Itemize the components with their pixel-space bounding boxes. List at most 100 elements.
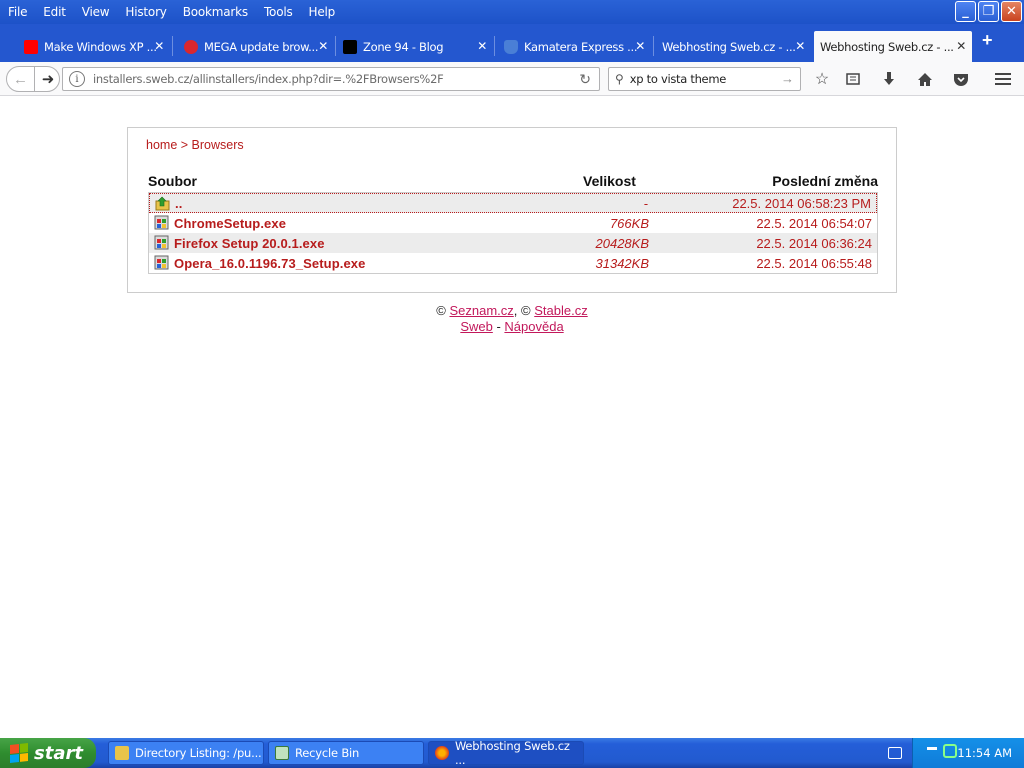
- reading-list-icon[interactable]: [843, 69, 863, 89]
- up-folder-icon: [155, 196, 170, 211]
- sweb-link[interactable]: Sweb: [460, 319, 493, 334]
- maximize-button[interactable]: ❐: [978, 1, 999, 22]
- recycle-bin-icon: [275, 746, 289, 760]
- taskbar-item-recycle-bin[interactable]: Recycle Bin: [268, 741, 424, 765]
- bookmark-star-icon[interactable]: ☆: [812, 69, 832, 89]
- pocket-icon[interactable]: [951, 69, 971, 89]
- menu-history[interactable]: History: [117, 5, 174, 19]
- tab-close-icon[interactable]: ✕: [635, 39, 645, 53]
- menu-view[interactable]: View: [74, 5, 118, 19]
- minimize-button[interactable]: _: [955, 1, 976, 22]
- file-size: 766KB: [609, 215, 649, 231]
- tab-close-icon[interactable]: ✕: [318, 39, 328, 53]
- start-button[interactable]: start: [0, 738, 96, 768]
- tab-zone94[interactable]: Zone 94 - Blog ✕: [337, 31, 493, 62]
- windows-flag-icon: [10, 743, 28, 763]
- seznam-link[interactable]: Seznam.cz: [449, 303, 513, 318]
- tab-separator: [172, 36, 173, 56]
- tab-separator: [653, 36, 654, 56]
- tab-webhosting-active[interactable]: Webhosting Sweb.cz - ... ✕: [814, 31, 972, 62]
- system-tray: 11:54 AM: [912, 738, 1024, 768]
- taskbar-item-firefox[interactable]: Webhosting Sweb.cz ...: [428, 739, 584, 767]
- tab-title: Zone 94 - Blog: [363, 39, 444, 54]
- taskbar-item-directory-listing[interactable]: Directory Listing: /pu...: [108, 741, 264, 765]
- info-icon[interactable]: i: [69, 71, 85, 87]
- home-icon[interactable]: [915, 69, 935, 89]
- mega-icon: [184, 39, 198, 54]
- clock[interactable]: 11:54 AM: [957, 746, 1012, 760]
- close-button[interactable]: ✕: [1001, 1, 1022, 22]
- menu-bookmarks[interactable]: Bookmarks: [175, 5, 256, 19]
- taskbar: start Directory Listing: /pu... Recycle …: [0, 738, 1024, 768]
- file-date: 22.5. 2014 06:58:23 PM: [732, 195, 871, 211]
- tab-separator: [335, 36, 336, 56]
- search-bar[interactable]: ⚲ xp to vista theme →: [608, 67, 801, 91]
- file-name[interactable]: ..: [175, 196, 182, 211]
- task-title: Directory Listing: /pu...: [135, 746, 262, 760]
- tab-close-icon[interactable]: ✕: [477, 39, 487, 53]
- firefox-icon: [435, 746, 449, 760]
- new-tab-button[interactable]: +: [982, 30, 993, 51]
- security-shield-icon[interactable]: [943, 744, 957, 758]
- column-header-name[interactable]: Soubor: [148, 173, 197, 189]
- tab-webhosting-1[interactable]: Webhosting Sweb.cz - ... ✕: [656, 31, 811, 62]
- file-date: 22.5. 2014 06:54:07: [756, 215, 872, 231]
- tab-separator: [494, 36, 495, 56]
- hamburger-menu-icon[interactable]: [993, 69, 1013, 89]
- tab-close-icon[interactable]: ✕: [795, 39, 805, 53]
- column-header-size[interactable]: Velikost: [583, 173, 636, 189]
- youtube-icon: [24, 39, 38, 54]
- file-size: -: [643, 195, 648, 211]
- stable-link[interactable]: Stable.cz: [534, 303, 587, 318]
- back-forward-group: ← ➜: [6, 66, 60, 92]
- url-text[interactable]: installers.sweb.cz/allinstallers/index.p…: [93, 72, 444, 86]
- file-date: 22.5. 2014 06:55:48: [756, 255, 872, 271]
- help-link[interactable]: Nápověda: [504, 319, 563, 334]
- start-label: start: [34, 742, 83, 764]
- table-row[interactable]: .. - 22.5. 2014 06:58:23 PM: [149, 193, 877, 213]
- menu-tools[interactable]: Tools: [256, 5, 301, 19]
- tab-close-icon[interactable]: ✕: [956, 39, 966, 53]
- table-row[interactable]: Opera_16.0.1196.73_Setup.exe 31342KB 22.…: [149, 253, 877, 273]
- breadcrumb[interactable]: home > Browsers: [146, 138, 244, 152]
- download-icon[interactable]: [879, 69, 899, 89]
- file-name[interactable]: Opera_16.0.1196.73_Setup.exe: [174, 256, 365, 271]
- tab-kamatera[interactable]: Kamatera Express ... ✕: [498, 31, 651, 62]
- tab-title: MEGA update brow...: [204, 39, 319, 54]
- exe-file-icon: [154, 215, 169, 230]
- footer-line-1: © Seznam.cz, © Stable.cz: [0, 303, 1024, 318]
- kamatera-icon: [504, 39, 518, 54]
- column-header-modified[interactable]: Poslední změna: [772, 173, 878, 189]
- search-go-icon[interactable]: →: [781, 71, 794, 86]
- file-name[interactable]: ChromeSetup.exe: [174, 216, 286, 231]
- file-size: 31342KB: [595, 255, 650, 271]
- url-bar[interactable]: i installers.sweb.cz/allinstallers/index…: [62, 67, 600, 91]
- task-title: Recycle Bin: [295, 746, 360, 760]
- zone94-icon: [343, 39, 357, 54]
- file-list: .. - 22.5. 2014 06:58:23 PM ChromeSetup.…: [148, 192, 878, 274]
- copyright-symbol: ©: [436, 303, 446, 318]
- file-name[interactable]: Firefox Setup 20.0.1.exe: [174, 236, 325, 251]
- menu-file[interactable]: File: [0, 5, 35, 19]
- search-input[interactable]: xp to vista theme: [630, 72, 727, 86]
- tab-youtube[interactable]: Make Windows XP ... ✕: [18, 31, 170, 62]
- network-icon[interactable]: [927, 747, 937, 750]
- reload-icon[interactable]: ↻: [579, 71, 591, 88]
- back-icon[interactable]: ←: [7, 67, 35, 91]
- exe-file-icon: [154, 235, 169, 250]
- menu-help[interactable]: Help: [301, 5, 344, 19]
- tab-title: Make Windows XP ...: [44, 39, 157, 54]
- tab-title: Webhosting Sweb.cz - ...: [820, 39, 954, 54]
- keyboard-icon[interactable]: [888, 747, 902, 759]
- table-row[interactable]: Firefox Setup 20.0.1.exe 20428KB 22.5. 2…: [149, 233, 877, 253]
- folder-icon: [115, 746, 129, 760]
- menu-edit[interactable]: Edit: [35, 5, 73, 19]
- menu-bar: File Edit View History Bookmarks Tools H…: [0, 0, 343, 24]
- tab-close-icon[interactable]: ✕: [154, 39, 164, 53]
- tab-mega[interactable]: MEGA update brow... ✕: [178, 31, 334, 62]
- file-size: 20428KB: [595, 235, 650, 251]
- forward-icon[interactable]: ➜: [37, 67, 59, 91]
- table-row[interactable]: ChromeSetup.exe 766KB 22.5. 2014 06:54:0…: [149, 213, 877, 233]
- search-icon: ⚲: [615, 72, 624, 86]
- tab-title: Kamatera Express ...: [524, 39, 638, 54]
